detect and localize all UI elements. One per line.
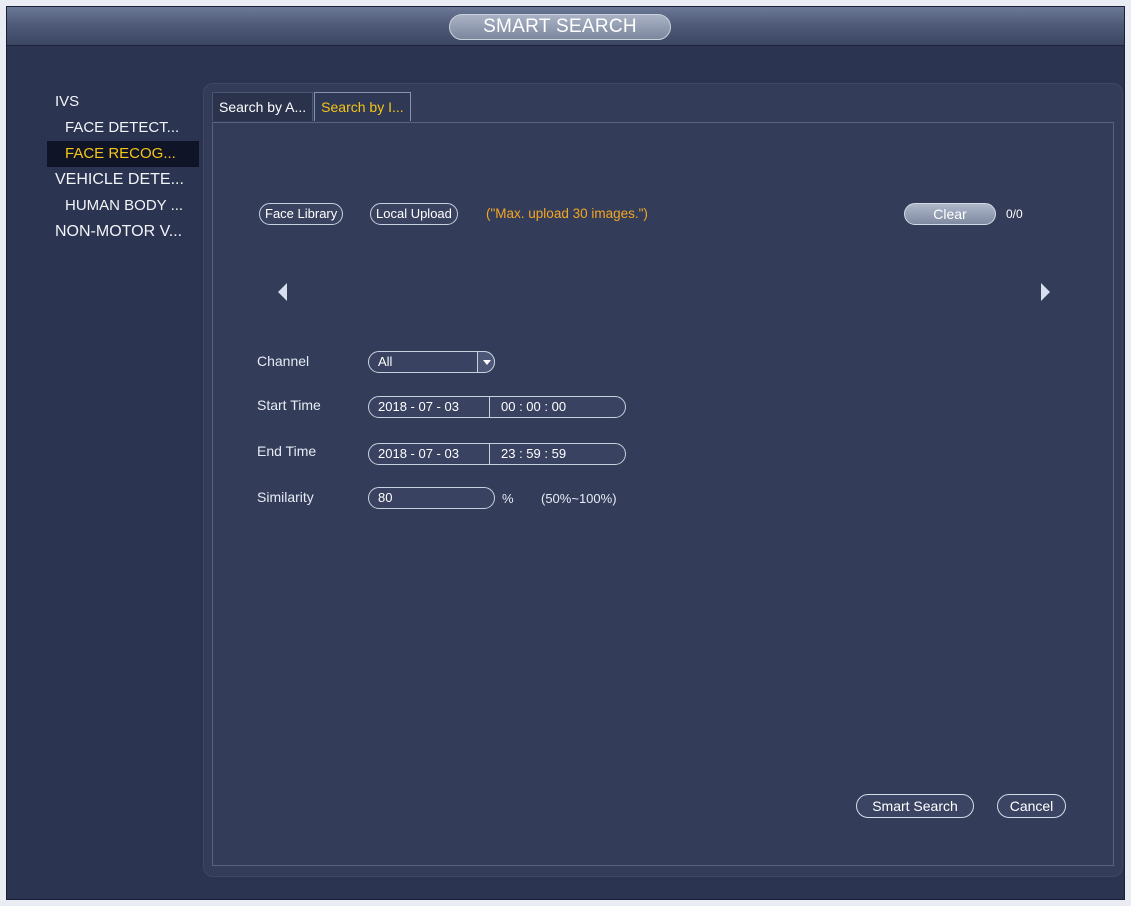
smart-search-window: SMART SEARCH IVS FACE DETECT... FACE REC…	[6, 6, 1125, 900]
channel-select-value: All	[378, 354, 393, 369]
start-time-value[interactable]: 00 : 00 : 00	[501, 397, 566, 417]
smart-search-button[interactable]: Smart Search	[856, 794, 974, 818]
datetime-divider	[489, 396, 490, 418]
clear-button[interactable]: Clear	[904, 203, 996, 225]
end-date-value[interactable]: 2018 - 07 - 03	[378, 446, 459, 461]
sidebar-item-face-recog[interactable]: FACE RECOG...	[47, 141, 199, 167]
datetime-divider	[489, 443, 490, 465]
tab-content	[212, 122, 1114, 866]
sidebar-item-ivs[interactable]: IVS	[47, 89, 199, 115]
title-bar: SMART SEARCH	[7, 7, 1124, 46]
start-time-field[interactable]: 2018 - 07 - 03 00 : 00 : 00	[368, 396, 626, 418]
next-arrow-icon[interactable]	[1041, 283, 1050, 301]
end-time-label: End Time	[257, 443, 317, 459]
window-title: SMART SEARCH	[449, 14, 671, 40]
similarity-unit: %	[502, 491, 514, 506]
sidebar-item-face-detect[interactable]: FACE DETECT...	[47, 115, 199, 141]
sidebar-item-non-motor[interactable]: NON-MOTOR V...	[47, 219, 199, 245]
channel-select[interactable]: All	[368, 351, 495, 373]
similarity-input[interactable]: 80	[368, 487, 495, 509]
similarity-value[interactable]: 80	[378, 490, 392, 505]
sidebar-item-human-body[interactable]: HUMAN BODY ...	[47, 193, 199, 219]
face-library-button[interactable]: Face Library	[259, 203, 344, 225]
cancel-button[interactable]: Cancel	[997, 794, 1066, 818]
upload-limit-note: ("Max. upload 30 images.")	[486, 206, 648, 221]
start-date-value[interactable]: 2018 - 07 - 03	[378, 399, 459, 414]
tab-search-by-attribute[interactable]: Search by A...	[212, 92, 314, 121]
image-count: 0/0	[1006, 207, 1023, 221]
similarity-label: Similarity	[257, 489, 314, 505]
local-upload-button[interactable]: Local Upload	[370, 203, 458, 225]
end-time-value[interactable]: 23 : 59 : 59	[501, 444, 566, 464]
tab-bar: Search by A... Search by I...	[212, 92, 412, 124]
end-time-field[interactable]: 2018 - 07 - 03 23 : 59 : 59	[368, 443, 626, 465]
previous-arrow-icon[interactable]	[278, 283, 287, 301]
sidebar-item-vehicle-detect[interactable]: VEHICLE DETE...	[47, 167, 199, 193]
similarity-range: (50%~100%)	[541, 491, 617, 506]
start-time-label: Start Time	[257, 397, 321, 413]
sidebar: IVS FACE DETECT... FACE RECOG... VEHICLE…	[47, 89, 199, 245]
channel-label: Channel	[257, 353, 310, 369]
tab-search-by-image[interactable]: Search by I...	[314, 92, 411, 121]
